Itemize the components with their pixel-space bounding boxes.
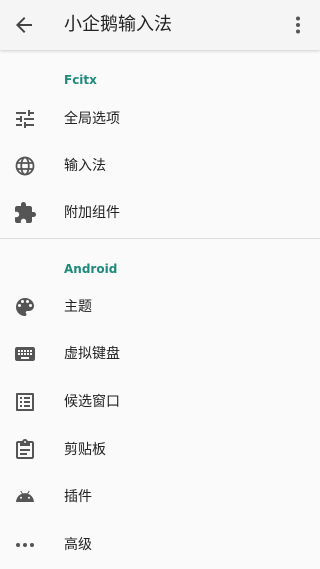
menu-item-virtual-keyboard[interactable]: 虚拟键盘 xyxy=(0,331,320,378)
menu-item-label: 输入法 xyxy=(64,158,106,174)
android-icon xyxy=(13,485,37,509)
menu-item-label: 剪贴板 xyxy=(64,442,106,458)
menu-item-label: 全局选项 xyxy=(64,111,120,127)
menu-item-advanced[interactable]: 高级 xyxy=(0,522,320,569)
section-title-fcitx: Fcitx xyxy=(64,73,97,87)
section-title-android: Android xyxy=(64,262,118,276)
menu-item-input-method[interactable]: 输入法 xyxy=(0,143,320,190)
more-vert-icon[interactable] xyxy=(286,13,310,37)
keyboard-icon xyxy=(13,342,37,366)
app-bar: 小企鹅输入法 xyxy=(0,0,320,50)
globe-icon xyxy=(13,154,37,178)
menu-item-label: 候选窗口 xyxy=(64,394,120,410)
menu-item-addons[interactable]: 附加组件 xyxy=(0,190,320,237)
sliders-icon xyxy=(13,107,37,131)
menu-item-global-options[interactable]: 全局选项 xyxy=(0,96,320,143)
clipboard-icon xyxy=(13,438,37,462)
menu-item-label: 插件 xyxy=(64,489,92,505)
page-title: 小企鹅输入法 xyxy=(64,14,172,35)
back-arrow-icon[interactable] xyxy=(12,13,36,37)
extension-icon xyxy=(13,201,37,225)
menu-item-candidate-window[interactable]: 候选窗口 xyxy=(0,379,320,426)
section-divider xyxy=(0,238,320,239)
menu-item-clipboard[interactable]: 剪贴板 xyxy=(0,427,320,474)
more-horiz-icon xyxy=(13,533,37,557)
menu-item-theme[interactable]: 主题 xyxy=(0,284,320,331)
menu-item-plugins[interactable]: 插件 xyxy=(0,474,320,521)
list-icon xyxy=(13,390,37,414)
menu-item-label: 虚拟键盘 xyxy=(64,346,120,362)
menu-item-label: 附加组件 xyxy=(64,205,120,221)
menu-item-label: 高级 xyxy=(64,537,92,553)
palette-icon xyxy=(13,295,37,319)
menu-item-label: 主题 xyxy=(64,299,92,315)
